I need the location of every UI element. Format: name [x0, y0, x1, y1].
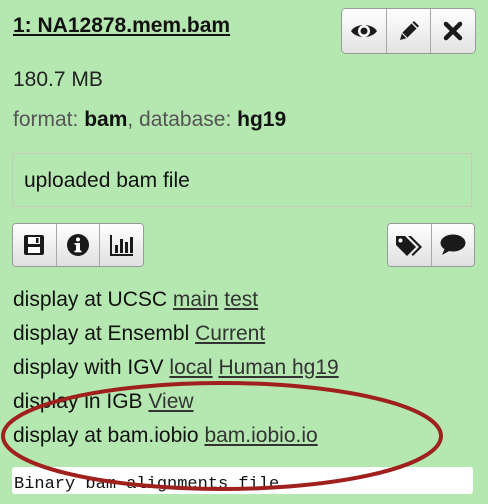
download-button[interactable] [13, 224, 57, 266]
display-link-row: display at bam.iobio bam.iobio.io [13, 422, 339, 456]
dataset-info-box: uploaded bam file [12, 153, 472, 207]
visualize-button[interactable] [100, 224, 143, 266]
link-igv-local[interactable]: local [169, 356, 212, 379]
dataset-title[interactable]: 1: NA12878.mem.bam [13, 14, 230, 38]
display-link-row: display at Ensembl Current [13, 320, 339, 354]
pencil-icon [399, 21, 419, 40]
format-value: bam [84, 108, 128, 131]
file-size: 180.7 MB [13, 68, 103, 91]
link-igb-view[interactable]: View [148, 390, 193, 413]
annotation-button[interactable] [431, 224, 474, 266]
link-bam-iobio[interactable]: bam.iobio.io [204, 424, 317, 447]
info-icon [67, 234, 89, 256]
database-label: , database: [127, 108, 232, 131]
details-button[interactable] [56, 224, 101, 266]
link-ucsc-test[interactable]: test [224, 288, 258, 311]
display-link-prefix: display at UCSC [13, 288, 168, 311]
link-ucsc-main[interactable]: main [173, 288, 219, 311]
title-button-group [341, 8, 476, 54]
left-tool-group [12, 223, 144, 267]
display-link-prefix: display with IGV [13, 356, 164, 379]
view-button[interactable] [342, 9, 387, 53]
peek-text: Binary bam alignments file [14, 475, 280, 494]
dataset-peek: Binary bam alignments file [12, 467, 473, 494]
display-link-row: display in IGB View [13, 388, 339, 422]
tags-icon [396, 236, 423, 256]
edit-button[interactable] [386, 9, 432, 53]
link-igv-human-hg19[interactable]: Human hg19 [218, 356, 338, 379]
display-link-prefix: display at bam.iobio [13, 424, 199, 447]
delete-button[interactable] [431, 9, 475, 53]
tags-button[interactable] [388, 224, 432, 266]
display-link-row: display with IGV local Human hg19 [13, 354, 339, 388]
display-link-prefix: display in IGB [13, 390, 143, 413]
display-link-prefix: display at Ensembl [13, 322, 190, 345]
database-value: hg19 [237, 108, 287, 131]
comment-icon [440, 234, 466, 255]
dataset-info-text: uploaded bam file [24, 169, 190, 192]
format-line: format: bam, database: hg19 [13, 108, 286, 132]
link-ensembl-current[interactable]: Current [195, 322, 265, 345]
bar-chart-icon [109, 235, 133, 256]
dataset-panel: 1: NA12878.mem.bam 180.7 MB format: bam,… [0, 0, 488, 504]
close-icon [443, 21, 463, 41]
format-label: format: [13, 108, 79, 131]
right-tool-group [387, 223, 475, 267]
eye-icon [350, 25, 377, 37]
display-link-row: display at UCSC main test [13, 286, 339, 320]
display-links: display at UCSC main test display at Ens… [13, 286, 339, 456]
floppy-disk-icon [24, 235, 45, 255]
